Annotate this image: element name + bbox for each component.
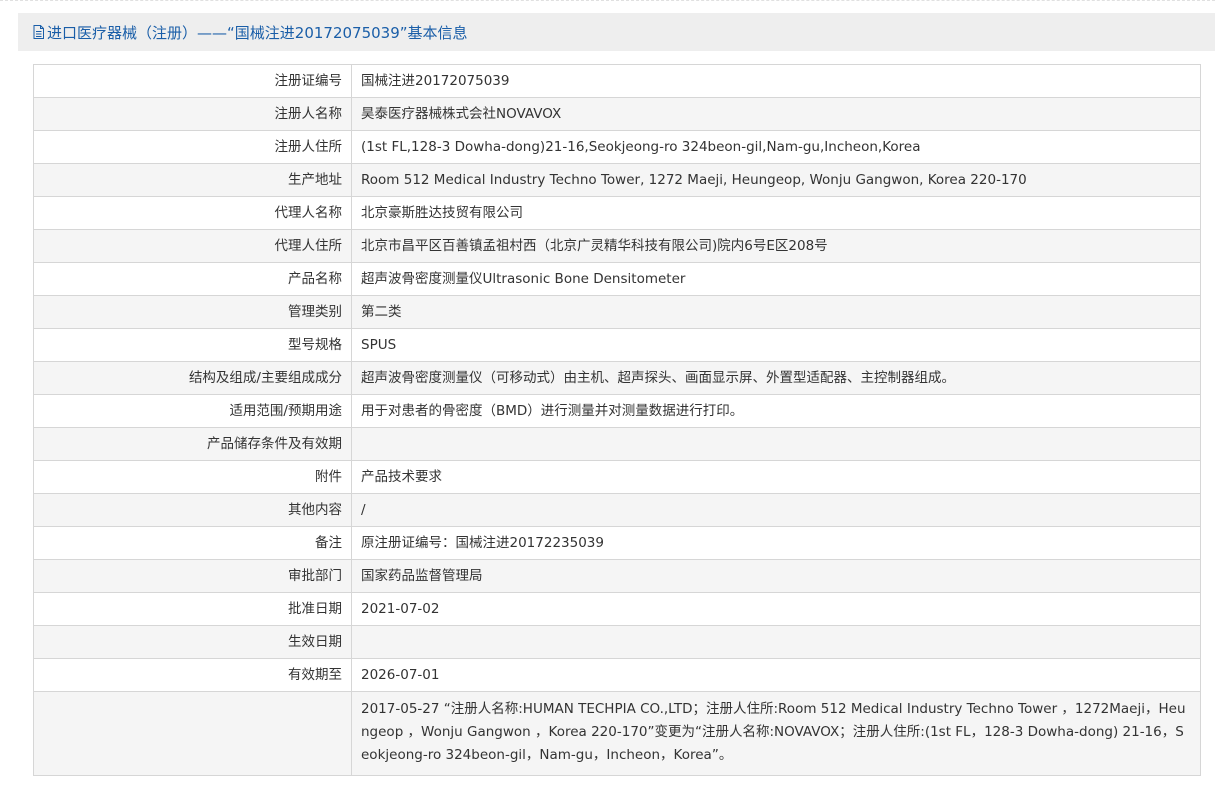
change-history-text: 2017-05-27 “注册人名称:HUMAN TECHPIA CO.,LTD；… — [351, 691, 1201, 776]
info-table: 注册证编号 国械注进20172075039 注册人名称 昊泰医疗器械株式会社NOVA… — [33, 64, 1201, 776]
document-icon — [33, 25, 44, 39]
row-value: 昊泰医疗器械株式会社NOVAVOX — [351, 97, 1201, 131]
row-label: 型号规格 — [33, 328, 352, 362]
table-row: 生产地址 Room 512 Medical Industry Techno Tow… — [33, 163, 1201, 197]
row-label — [33, 691, 352, 776]
table-row: 有效期至 2026-07-01 — [33, 658, 1201, 692]
row-value — [351, 625, 1201, 659]
table-row: 注册人住所 (1st FL,128-3 Dowha-dong)21-16,Seok… — [33, 130, 1201, 164]
table-row: 附件 产品技术要求 — [33, 460, 1201, 494]
row-label: 管理类别 — [33, 295, 352, 329]
row-label: 结构及组成/主要组成成分 — [33, 361, 352, 395]
row-label: 有效期至 — [33, 658, 352, 692]
row-value: 超声波骨密度测量仪（可移动式）由主机、超声探头、画面显示屏、外置型适配器、主控制… — [351, 361, 1201, 395]
row-label: 适用范围/预期用途 — [33, 394, 352, 428]
row-value: 超声波骨密度测量仪Ultrasonic Bone Densitometer — [351, 262, 1201, 296]
table-row: 注册人名称 昊泰医疗器械株式会社NOVAVOX — [33, 97, 1201, 131]
row-label: 备注 — [33, 526, 352, 560]
table-row: 注册证编号 国械注进20172075039 — [33, 64, 1201, 98]
row-value: 2026-07-01 — [351, 658, 1201, 692]
table-row: 产品名称 超声波骨密度测量仪Ultrasonic Bone Densitomete… — [33, 262, 1201, 296]
row-value: Room 512 Medical Industry Techno Tower, … — [351, 163, 1201, 197]
row-value: 第二类 — [351, 295, 1201, 329]
page-title: 进口医疗器械（注册）——“国械注进20172075039”基本信息 — [47, 23, 468, 42]
row-label: 代理人名称 — [33, 196, 352, 230]
table-row: 结构及组成/主要组成成分 超声波骨密度测量仪（可移动式）由主机、超声探头、画面显示… — [33, 361, 1201, 395]
row-value: 原注册证编号：国械注进20172235039 — [351, 526, 1201, 560]
row-value: 2021-07-02 — [351, 592, 1201, 626]
row-label: 附件 — [33, 460, 352, 494]
table-row: 代理人名称 北京豪斯胜达技贸有限公司 — [33, 196, 1201, 230]
table-row: 代理人住所 北京市昌平区百善镇孟祖村西（北京广灵精华科技有限公司)院内6号E区20… — [33, 229, 1201, 263]
table-row: 其他内容 / — [33, 493, 1201, 527]
row-label: 生效日期 — [33, 625, 352, 659]
row-label: 注册人名称 — [33, 97, 352, 131]
row-label: 批准日期 — [33, 592, 352, 626]
table-row: 审批部门 国家药品监督管理局 — [33, 559, 1201, 593]
row-label: 注册证编号 — [33, 64, 352, 98]
panel-header: 进口医疗器械（注册）——“国械注进20172075039”基本信息 — [18, 13, 1215, 51]
row-label: 生产地址 — [33, 163, 352, 197]
row-value: 北京豪斯胜达技贸有限公司 — [351, 196, 1201, 230]
row-value: SPUS — [351, 328, 1201, 362]
row-value: 国家药品监督管理局 — [351, 559, 1201, 593]
top-divider — [0, 0, 1215, 12]
table-row: 生效日期 — [33, 625, 1201, 659]
table-row: 管理类别 第二类 — [33, 295, 1201, 329]
row-value: 北京市昌平区百善镇孟祖村西（北京广灵精华科技有限公司)院内6号E区208号 — [351, 229, 1201, 263]
row-value — [351, 427, 1201, 461]
change-history-row: 2017-05-27 “注册人名称:HUMAN TECHPIA CO.,LTD；… — [33, 691, 1201, 776]
table-row: 批准日期 2021-07-02 — [33, 592, 1201, 626]
row-value: 国械注进20172075039 — [351, 64, 1201, 98]
table-row: 型号规格 SPUS — [33, 328, 1201, 362]
row-value: / — [351, 493, 1201, 527]
table-row: 备注 原注册证编号：国械注进20172235039 — [33, 526, 1201, 560]
row-label: 产品名称 — [33, 262, 352, 296]
table-row: 产品储存条件及有效期 — [33, 427, 1201, 461]
row-label: 注册人住所 — [33, 130, 352, 164]
table-row: 适用范围/预期用途 用于对患者的骨密度（BMD）进行测量并对测量数据进行打印。 — [33, 394, 1201, 428]
detail-panel: 进口医疗器械（注册）——“国械注进20172075039”基本信息 注册证编号国… — [18, 13, 1215, 791]
row-label: 产品储存条件及有效期 — [33, 427, 352, 461]
row-label: 其他内容 — [33, 493, 352, 527]
row-value: 用于对患者的骨密度（BMD）进行测量并对测量数据进行打印。 — [351, 394, 1201, 428]
row-label: 代理人住所 — [33, 229, 352, 263]
row-value: (1st FL,128-3 Dowha-dong)21-16,Seokjeong… — [351, 130, 1201, 164]
row-label: 审批部门 — [33, 559, 352, 593]
row-value: 产品技术要求 — [351, 460, 1201, 494]
